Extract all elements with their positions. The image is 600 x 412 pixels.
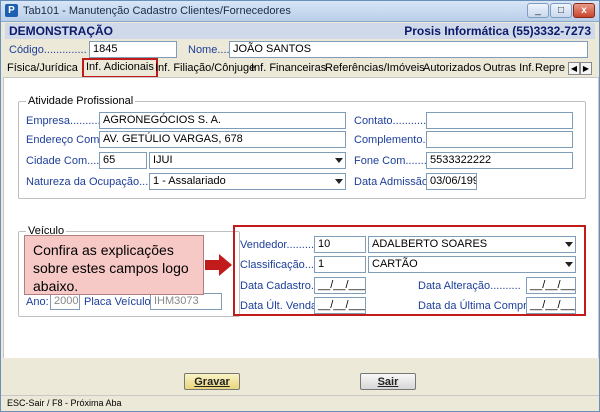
gravar-button[interactable]: Gravar — [184, 373, 240, 390]
fone-com-label: Fone Com.......... — [354, 155, 436, 167]
vendedor-label: Vendedor.......... — [240, 239, 318, 251]
sair-button-label: Sair — [377, 376, 399, 388]
data-cadastro-field[interactable]: __/__/____ — [314, 277, 366, 294]
endereco-field[interactable]: AV. GETÚLIO VARGAS, 678 — [99, 131, 346, 148]
tab-scroll-right-icon[interactable]: ▶ — [580, 62, 592, 75]
classificacao-select-value: CARTÃO — [372, 258, 418, 270]
tab-inf-financeiras[interactable]: Inf. Financeiras — [251, 61, 326, 77]
company-name: DEMONSTRAÇÃO — [9, 24, 113, 38]
data-alteracao-label: Data Alteração..................... — [418, 280, 521, 292]
ano-field[interactable]: 2000 — [50, 293, 80, 310]
maximize-button[interactable]: □ — [550, 3, 572, 18]
natureza-ocupacao-select[interactable]: 1 - Assalariado — [149, 173, 346, 190]
data-admissao-label: Data Admissão: — [354, 176, 432, 188]
contato-field[interactable] — [426, 112, 573, 129]
window-title: Tab101 - Manutenção Cadastro Clientes/Fo… — [23, 5, 291, 17]
button-bar: Gravar Sair — [1, 358, 599, 398]
tab-inf-adicionais[interactable]: Inf. Adicionais — [82, 58, 158, 78]
minimize-button[interactable]: _ — [527, 3, 549, 18]
callout-note: Confira as explicações sobre estes campo… — [24, 235, 204, 295]
tab-representante[interactable]: Repre — [535, 61, 567, 77]
title-bar[interactable]: P Tab101 - Manutenção Cadastro Clientes/… — [1, 1, 599, 22]
tab-scroll-left-icon[interactable]: ◀ — [568, 62, 580, 75]
codigo-label: Código.............. — [9, 44, 87, 56]
tab-inf-filiacao-conjuge[interactable]: Inf. Filiação/Cônjuge — [155, 61, 255, 77]
contato-label: Contato.............. — [354, 115, 436, 127]
endereco-label: Endereço Com.: — [26, 134, 106, 146]
complemento-label: Complemento...: — [354, 134, 435, 146]
classificacao-select[interactable]: CARTÃO — [368, 256, 576, 273]
gravar-button-label: Gravar — [194, 376, 230, 388]
sair-button[interactable]: Sair — [360, 373, 416, 390]
cidade-select-value: IJUI — [153, 154, 173, 166]
tab-outras-inf[interactable]: Outras Inf. — [483, 61, 534, 77]
nome-field[interactable]: JOÃO SANTOS — [229, 41, 588, 58]
tab-content-panel: Atividade Profissional Empresa..........… — [3, 77, 599, 360]
complemento-field[interactable] — [426, 131, 573, 148]
arrow-right-icon — [205, 254, 232, 276]
data-ultima-compra-field[interactable]: __/__/____ — [526, 297, 576, 314]
company-header: DEMONSTRAÇÃO Prosis Informática (55)3332… — [5, 23, 595, 39]
cidade-select[interactable]: IJUI — [149, 152, 346, 169]
placa-veiculo-field[interactable]: IHM3073 — [150, 293, 222, 310]
chevron-down-icon[interactable] — [335, 158, 343, 163]
chevron-down-icon[interactable] — [335, 179, 343, 184]
close-button[interactable]: x — [573, 3, 595, 18]
tab-fisica-juridica[interactable]: Física/Jurídica — [7, 61, 78, 77]
chevron-down-icon[interactable] — [565, 242, 573, 247]
codigo-field[interactable]: 1845 — [89, 41, 177, 58]
cidade-code-field[interactable]: 65 — [99, 152, 147, 169]
tab-autorizados[interactable]: Autorizados — [423, 61, 481, 77]
data-alteracao-field[interactable]: __/__/____ — [526, 277, 576, 294]
data-ultima-compra-label: Data da Última Compra: — [418, 300, 536, 312]
tab-referencias-imoveis[interactable]: Referências/Imóveis — [325, 61, 425, 77]
data-ult-venda-field[interactable]: __/__/____ — [314, 297, 366, 314]
natureza-ocupacao-label: Natureza da Ocupação.....: — [26, 176, 158, 188]
chevron-down-icon[interactable] — [565, 262, 573, 267]
natureza-ocupacao-value: 1 - Assalariado — [153, 175, 226, 187]
fone-com-field[interactable]: 5533322222 — [426, 152, 573, 169]
placa-veiculo-label: Placa Veículo: — [84, 296, 154, 308]
classificacao-label: Classificação...: — [240, 259, 318, 271]
empresa-field[interactable]: AGRONEGÓCIOS S. A. — [99, 112, 346, 129]
vendor-info: Prosis Informática (55)3332-7273 — [404, 24, 591, 38]
app-icon: P — [5, 4, 18, 17]
status-bar: ESC-Sair / F8 - Próxima Aba — [1, 395, 599, 411]
ano-label: Ano: — [26, 296, 49, 308]
data-cadastro-label: Data Cadastro... — [240, 280, 321, 292]
tab-bar: Física/Jurídica Inf. Adicionais Inf. Fil… — [5, 58, 595, 78]
atividade-profissional-title: Atividade Profissional — [26, 95, 136, 107]
data-ult-venda-label: Data Últ. Venda: — [240, 300, 321, 312]
vendedor-select[interactable]: ADALBERTO SOARES — [368, 236, 576, 253]
empresa-label: Empresa............. — [26, 115, 110, 127]
vendedor-select-value: ADALBERTO SOARES — [372, 238, 488, 250]
main-window: P Tab101 - Manutenção Cadastro Clientes/… — [0, 0, 600, 412]
classificacao-code-field[interactable]: 1 — [314, 256, 366, 273]
vendedor-code-field[interactable]: 10 — [314, 236, 366, 253]
data-admissao-field[interactable]: 03/06/1990 — [426, 173, 477, 190]
